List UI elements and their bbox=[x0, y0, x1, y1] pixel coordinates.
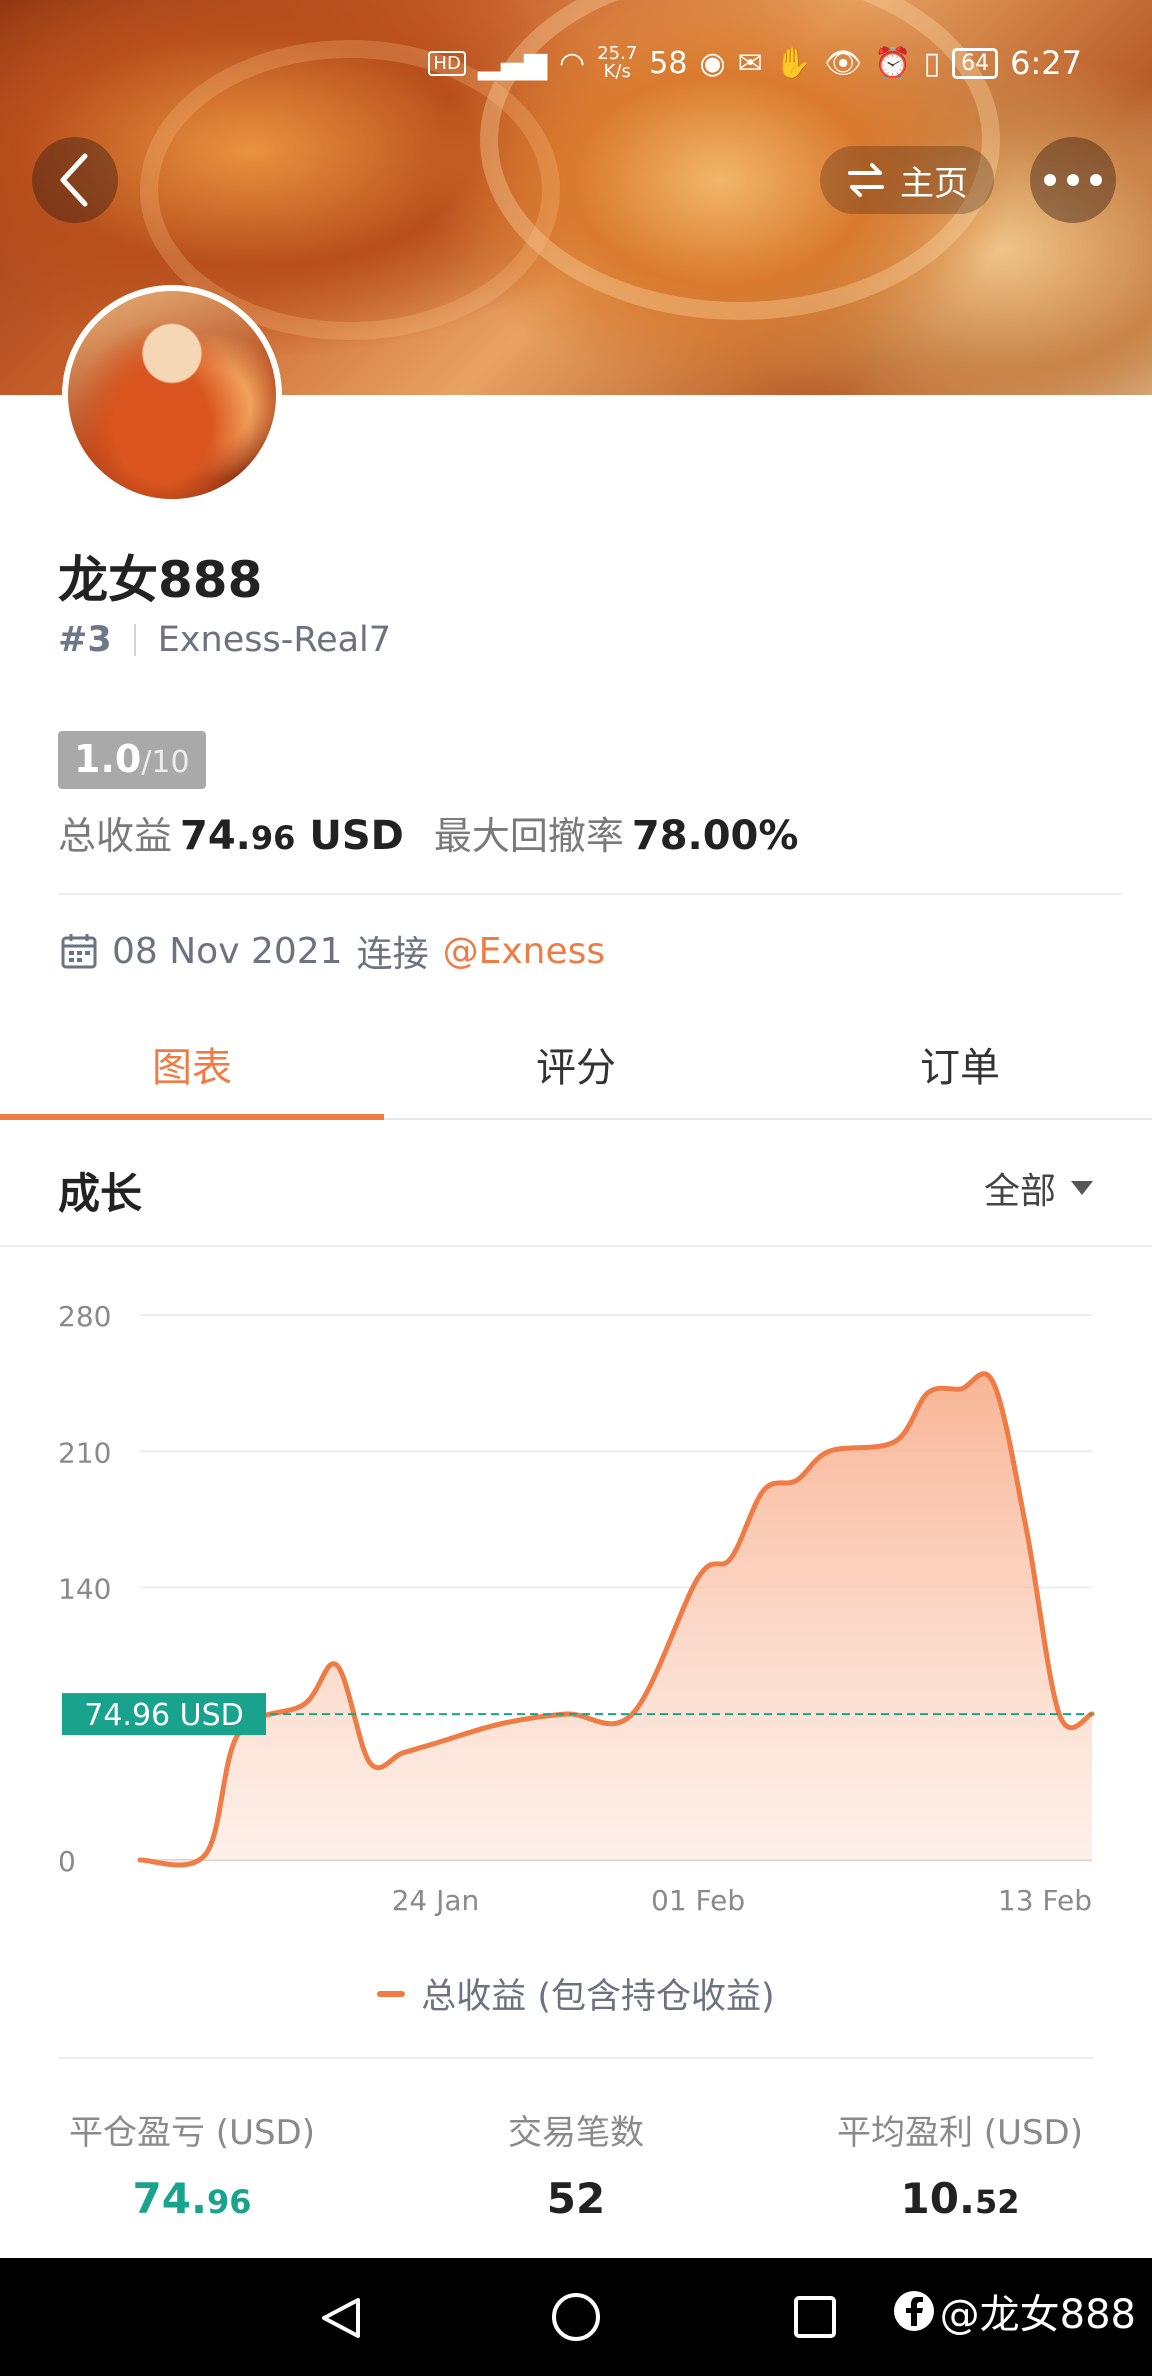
max-drawdown-value: 78.00% bbox=[631, 813, 799, 859]
hand-icon: ✋ bbox=[774, 45, 813, 81]
facebook-icon bbox=[893, 2291, 934, 2331]
notification-count: 58 bbox=[649, 45, 688, 81]
app-icon: ◉ bbox=[699, 45, 726, 81]
nav-back-icon[interactable] bbox=[300, 2258, 380, 2376]
stat-avg-profit: 平均盈利 (USD) 10.52 bbox=[768, 2105, 1152, 2223]
connect-label: 连接 bbox=[356, 934, 429, 975]
hd-icon: HD bbox=[428, 50, 466, 76]
x-tick-label: 01 Feb bbox=[651, 1884, 745, 1917]
x-tick-label: 13 Feb bbox=[998, 1884, 1092, 1917]
watermark-text: @龙女888 bbox=[939, 2292, 1136, 2338]
nav-recents-icon[interactable] bbox=[776, 2258, 856, 2376]
range-dropdown[interactable]: 全部 bbox=[984, 1162, 1094, 1214]
broker-link[interactable]: @Exness bbox=[443, 931, 606, 972]
range-dropdown-value: 全部 bbox=[983, 1171, 1056, 1212]
mail-icon: ✉ bbox=[737, 45, 763, 81]
divider bbox=[0, 1245, 1152, 1247]
connect-row: 08 Nov 2021 连接 @Exness bbox=[60, 925, 605, 977]
profit-metrics: 总收益 74.96 USD 最大回撤率 78.00% bbox=[58, 805, 798, 860]
total-profit-label: 总收益 bbox=[58, 814, 173, 858]
rank-row: #3 Exness-Real7 bbox=[58, 620, 391, 660]
chart-legend: 总收益 (包含持仓收益) bbox=[0, 1968, 1152, 2019]
status-bar: HD ▂▄▆ ◠ 25.7 K/s 58 ◉ ✉ ✋ 👁 ⏰ ▯ 64 6:27 bbox=[428, 44, 1082, 82]
vibrate-icon: ▯ bbox=[923, 45, 941, 81]
stat-value: 74.96 bbox=[132, 2174, 252, 2223]
stat-label: 平均盈利 (USD) bbox=[837, 2113, 1083, 2153]
score-max: /10 bbox=[141, 745, 190, 780]
clock: 6:27 bbox=[1010, 44, 1082, 82]
stat-label: 平仓盈亏 (USD) bbox=[69, 2113, 315, 2153]
stat-value: 52 bbox=[546, 2174, 606, 2223]
legend-swatch bbox=[377, 1990, 406, 1997]
stats-row: 平仓盈亏 (USD) 74.96 交易笔数 52 平均盈利 (USD) 10.5… bbox=[0, 2105, 1152, 2223]
account-server: Exness-Real7 bbox=[157, 620, 392, 660]
chart-area-fill bbox=[140, 1373, 1092, 1866]
watermark: @龙女888 bbox=[893, 2282, 1136, 2340]
tab-chart[interactable]: 图表 bbox=[0, 1010, 384, 1120]
profile-name: 龙女888 bbox=[58, 551, 263, 609]
network-speed: 25.7 K/s bbox=[597, 43, 638, 82]
max-drawdown-label: 最大回撤率 bbox=[433, 814, 624, 858]
total-profit-value: 74.96 USD bbox=[180, 813, 404, 859]
separator bbox=[133, 624, 136, 656]
home-button-label: 主页 bbox=[900, 163, 968, 204]
swap-icon bbox=[848, 163, 884, 197]
y-tick-label: 0 bbox=[58, 1845, 76, 1878]
rank-badge: #3 bbox=[58, 620, 112, 660]
growth-chart: 0 140 210 280 24 Jan 01 Feb 13 Feb 74.96 USD bbox=[58, 1300, 1095, 1917]
back-button[interactable] bbox=[32, 137, 118, 223]
section-title: 成长 bbox=[58, 1169, 143, 1218]
home-button[interactable]: 主页 bbox=[820, 146, 994, 214]
divider bbox=[58, 2057, 1094, 2059]
calendar-icon bbox=[61, 934, 97, 969]
battery-icon: 64 bbox=[952, 47, 999, 79]
y-tick-label: 210 bbox=[58, 1436, 111, 1469]
y-tick-label: 280 bbox=[58, 1300, 111, 1333]
eye-icon: 👁 bbox=[824, 45, 863, 81]
reference-label: 74.96 USD bbox=[84, 1698, 244, 1733]
y-tick-label: 140 bbox=[58, 1573, 111, 1606]
signal-icon: ▂▄▆ bbox=[477, 45, 548, 81]
divider bbox=[58, 893, 1122, 895]
dropdown-triangle-icon bbox=[1071, 1181, 1093, 1195]
connect-date: 08 Nov 2021 bbox=[112, 930, 343, 972]
tab-bar: 图表 评分 订单 bbox=[0, 1010, 1152, 1120]
alarm-icon: ⏰ bbox=[874, 45, 912, 81]
more-button[interactable] bbox=[1030, 137, 1116, 223]
stat-label: 交易笔数 bbox=[508, 2113, 644, 2153]
stat-value: 10.52 bbox=[900, 2174, 1020, 2223]
stat-closed-pnl: 平仓盈亏 (USD) 74.96 bbox=[0, 2105, 384, 2223]
tab-orders[interactable]: 订单 bbox=[768, 1010, 1152, 1118]
wifi-icon: ◠ bbox=[559, 45, 586, 81]
more-dots-icon bbox=[1044, 174, 1102, 186]
stat-trade-count: 交易笔数 52 bbox=[384, 2105, 768, 2223]
nav-home-icon[interactable] bbox=[536, 2258, 616, 2376]
back-arrow-icon bbox=[60, 153, 88, 207]
score-badge: 1.0 /10 bbox=[58, 731, 206, 789]
legend-label: 总收益 (包含持仓收益) bbox=[421, 1977, 775, 2017]
score-value: 1.0 bbox=[74, 737, 142, 781]
tab-rating[interactable]: 评分 bbox=[384, 1010, 768, 1118]
avatar[interactable] bbox=[62, 285, 282, 505]
x-tick-label: 24 Jan bbox=[392, 1884, 480, 1917]
